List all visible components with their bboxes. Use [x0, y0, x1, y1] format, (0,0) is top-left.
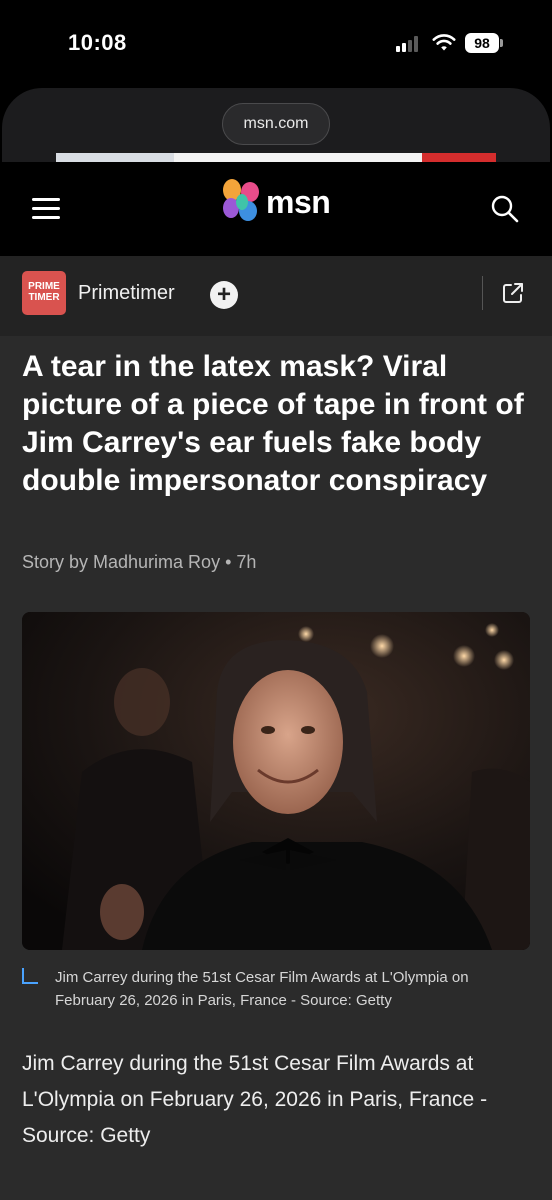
article-headline: A tear in the latex mask? Viral picture …: [22, 350, 524, 497]
status-time: 10:08: [68, 30, 127, 55]
article: PRIME TIMER Primetimer + A tear in the l…: [0, 256, 552, 1200]
msn-header: msn: [0, 162, 552, 256]
msn-butterfly-icon: [223, 179, 259, 221]
article-body: Jim Carrey during the 51st Cesar Film Aw…: [22, 1052, 488, 1147]
photo-illustration: [22, 612, 530, 950]
publisher-bar: PRIME TIMER Primetimer +: [0, 256, 552, 336]
hamburger-menu-icon[interactable]: [30, 194, 62, 222]
publisher-logo[interactable]: PRIME TIMER: [22, 271, 66, 315]
search-icon[interactable]: [490, 194, 520, 224]
publisher-logo-line2: TIMER: [28, 292, 60, 303]
divider: [482, 276, 483, 310]
image-caption: Jim Carrey during the 51st Cesar Film Aw…: [55, 969, 469, 1009]
battery-icon: 98: [465, 33, 503, 53]
caption-accent: [22, 968, 38, 984]
publisher-logo-line1: PRIME: [28, 281, 60, 292]
article-photo[interactable]: [22, 612, 530, 950]
open-external-icon[interactable]: [500, 280, 526, 306]
status-bar: 10:08 98: [0, 0, 552, 90]
battery-level: 98: [465, 33, 499, 53]
wifi-icon: [432, 34, 456, 51]
url-bar[interactable]: msn.com: [222, 103, 330, 145]
ad-banner[interactable]: [56, 153, 496, 162]
publisher-name[interactable]: Primetimer: [78, 282, 175, 305]
article-byline: Story by Madhurima Roy • 7h: [22, 552, 257, 572]
cellular-signal-icon: [396, 36, 422, 52]
plus-circle-icon[interactable]: +: [210, 281, 238, 309]
msn-logo-text: msn: [266, 184, 331, 220]
